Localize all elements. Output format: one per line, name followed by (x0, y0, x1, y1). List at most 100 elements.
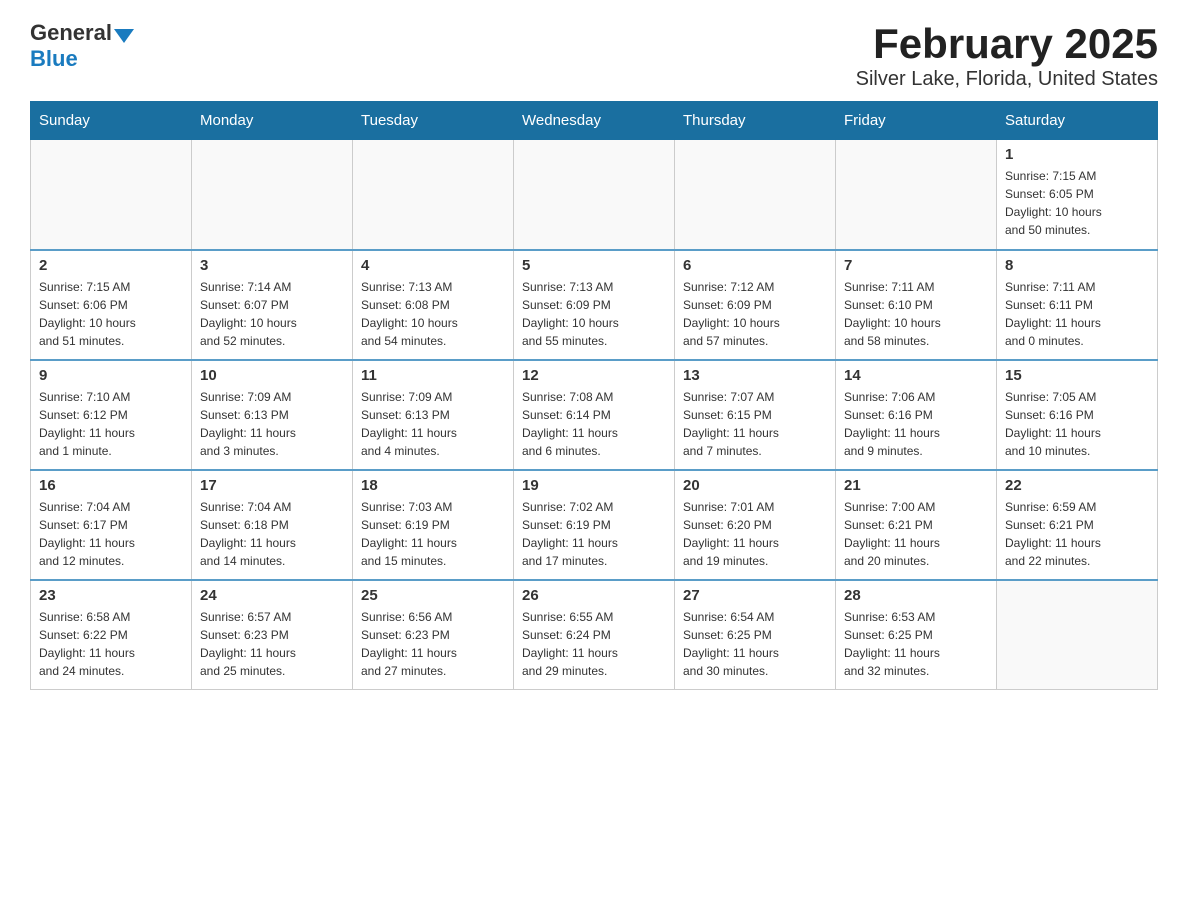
calendar-cell: 13 Sunrise: 7:07 AM Sunset: 6:15 PM Dayli… (675, 360, 836, 470)
calendar-cell: 4 Sunrise: 7:13 AM Sunset: 6:08 PM Daylig… (353, 250, 514, 360)
day-number: 3 (200, 257, 344, 274)
calendar-cell: 26 Sunrise: 6:55 AM Sunset: 6:24 PM Dayli… (514, 580, 675, 690)
day-info: Sunrise: 6:55 AM Sunset: 6:24 PM Dayligh… (522, 608, 666, 680)
weekday-wednesday: Wednesday (514, 102, 675, 140)
day-info: Sunrise: 7:03 AM Sunset: 6:19 PM Dayligh… (361, 498, 505, 570)
logo-arrow-icon (114, 29, 134, 43)
day-number: 7 (844, 257, 988, 274)
weekday-sunday: Sunday (31, 102, 192, 140)
calendar-cell (997, 580, 1158, 690)
calendar-week-3: 9Sunrise: 7:10 AM Sunset: 6:12 PM Daylig… (31, 360, 1158, 470)
day-info: Sunrise: 7:15 AM Sunset: 6:05 PM Dayligh… (1005, 167, 1149, 239)
day-number: 9 (39, 367, 183, 384)
day-info: Sunrise: 7:09 AM Sunset: 6:13 PM Dayligh… (200, 388, 344, 460)
weekday-thursday: Thursday (675, 102, 836, 140)
day-info: Sunrise: 7:02 AM Sunset: 6:19 PM Dayligh… (522, 498, 666, 570)
page-title: February 2025 (856, 20, 1158, 68)
day-info: Sunrise: 7:11 AM Sunset: 6:10 PM Dayligh… (844, 278, 988, 350)
calendar-cell: 9Sunrise: 7:10 AM Sunset: 6:12 PM Daylig… (31, 360, 192, 470)
calendar-cell: 16 Sunrise: 7:04 AM Sunset: 6:17 PM Dayli… (31, 470, 192, 580)
day-number: 20 (683, 477, 827, 494)
calendar-cell: 22Sunrise: 6:59 AM Sunset: 6:21 PM Dayli… (997, 470, 1158, 580)
calendar-cell: 5 Sunrise: 7:13 AM Sunset: 6:09 PM Daylig… (514, 250, 675, 360)
day-number: 2 (39, 257, 183, 274)
day-number: 13 (683, 367, 827, 384)
calendar-table: SundayMondayTuesdayWednesdayThursdayFrid… (30, 101, 1158, 690)
calendar-body: 1 Sunrise: 7:15 AM Sunset: 6:05 PM Daylig… (31, 140, 1158, 690)
day-info: Sunrise: 7:04 AM Sunset: 6:17 PM Dayligh… (39, 498, 183, 570)
day-number: 25 (361, 587, 505, 604)
day-info: Sunrise: 7:08 AM Sunset: 6:14 PM Dayligh… (522, 388, 666, 460)
logo-blue: Blue (30, 46, 78, 72)
day-info: Sunrise: 6:53 AM Sunset: 6:25 PM Dayligh… (844, 608, 988, 680)
calendar-cell: 24Sunrise: 6:57 AM Sunset: 6:23 PM Dayli… (192, 580, 353, 690)
calendar-cell: 27 Sunrise: 6:54 AM Sunset: 6:25 PM Dayli… (675, 580, 836, 690)
day-info: Sunrise: 7:04 AM Sunset: 6:18 PM Dayligh… (200, 498, 344, 570)
calendar-week-5: 23 Sunrise: 6:58 AM Sunset: 6:22 PM Dayli… (31, 580, 1158, 690)
calendar-week-4: 16 Sunrise: 7:04 AM Sunset: 6:17 PM Dayli… (31, 470, 1158, 580)
calendar-cell (836, 140, 997, 250)
day-number: 12 (522, 367, 666, 384)
calendar-cell: 19 Sunrise: 7:02 AM Sunset: 6:19 PM Dayli… (514, 470, 675, 580)
day-number: 11 (361, 367, 505, 384)
day-info: Sunrise: 7:06 AM Sunset: 6:16 PM Dayligh… (844, 388, 988, 460)
day-info: Sunrise: 7:01 AM Sunset: 6:20 PM Dayligh… (683, 498, 827, 570)
day-info: Sunrise: 7:09 AM Sunset: 6:13 PM Dayligh… (361, 388, 505, 460)
day-number: 27 (683, 587, 827, 604)
logo: General Blue (30, 20, 134, 72)
calendar-cell (31, 140, 192, 250)
calendar-cell: 11 Sunrise: 7:09 AM Sunset: 6:13 PM Dayli… (353, 360, 514, 470)
calendar-cell: 17Sunrise: 7:04 AM Sunset: 6:18 PM Dayli… (192, 470, 353, 580)
calendar-cell (192, 140, 353, 250)
day-info: Sunrise: 7:14 AM Sunset: 6:07 PM Dayligh… (200, 278, 344, 350)
calendar-cell: 20 Sunrise: 7:01 AM Sunset: 6:20 PM Dayli… (675, 470, 836, 580)
title-block: February 2025 Silver Lake, Florida, Unit… (856, 20, 1158, 91)
day-info: Sunrise: 7:11 AM Sunset: 6:11 PM Dayligh… (1005, 278, 1149, 350)
day-info: Sunrise: 6:58 AM Sunset: 6:22 PM Dayligh… (39, 608, 183, 680)
calendar-cell: 7 Sunrise: 7:11 AM Sunset: 6:10 PM Daylig… (836, 250, 997, 360)
calendar-cell: 3 Sunrise: 7:14 AM Sunset: 6:07 PM Daylig… (192, 250, 353, 360)
day-info: Sunrise: 7:07 AM Sunset: 6:15 PM Dayligh… (683, 388, 827, 460)
day-info: Sunrise: 6:56 AM Sunset: 6:23 PM Dayligh… (361, 608, 505, 680)
calendar-cell: 10Sunrise: 7:09 AM Sunset: 6:13 PM Dayli… (192, 360, 353, 470)
day-number: 1 (1005, 146, 1149, 163)
page-subtitle: Silver Lake, Florida, United States (856, 68, 1158, 91)
calendar-cell: 18 Sunrise: 7:03 AM Sunset: 6:19 PM Dayli… (353, 470, 514, 580)
day-info: Sunrise: 7:13 AM Sunset: 6:09 PM Dayligh… (522, 278, 666, 350)
day-info: Sunrise: 7:15 AM Sunset: 6:06 PM Dayligh… (39, 278, 183, 350)
calendar-cell: 2 Sunrise: 7:15 AM Sunset: 6:06 PM Daylig… (31, 250, 192, 360)
calendar-cell: 23 Sunrise: 6:58 AM Sunset: 6:22 PM Dayli… (31, 580, 192, 690)
calendar-cell: 8 Sunrise: 7:11 AM Sunset: 6:11 PM Daylig… (997, 250, 1158, 360)
logo-general: General (30, 20, 112, 46)
calendar-cell (675, 140, 836, 250)
day-number: 19 (522, 477, 666, 494)
day-number: 8 (1005, 257, 1149, 274)
day-number: 6 (683, 257, 827, 274)
weekday-header-row: SundayMondayTuesdayWednesdayThursdayFrid… (31, 102, 1158, 140)
day-number: 18 (361, 477, 505, 494)
day-info: Sunrise: 7:05 AM Sunset: 6:16 PM Dayligh… (1005, 388, 1149, 460)
page-header: General Blue February 2025 Silver Lake, … (30, 20, 1158, 91)
day-number: 21 (844, 477, 988, 494)
calendar-cell: 6Sunrise: 7:12 AM Sunset: 6:09 PM Daylig… (675, 250, 836, 360)
day-number: 16 (39, 477, 183, 494)
day-info: Sunrise: 6:59 AM Sunset: 6:21 PM Dayligh… (1005, 498, 1149, 570)
day-info: Sunrise: 6:57 AM Sunset: 6:23 PM Dayligh… (200, 608, 344, 680)
day-number: 5 (522, 257, 666, 274)
day-number: 15 (1005, 367, 1149, 384)
day-info: Sunrise: 6:54 AM Sunset: 6:25 PM Dayligh… (683, 608, 827, 680)
calendar-week-2: 2 Sunrise: 7:15 AM Sunset: 6:06 PM Daylig… (31, 250, 1158, 360)
calendar-cell: 25 Sunrise: 6:56 AM Sunset: 6:23 PM Dayli… (353, 580, 514, 690)
day-number: 26 (522, 587, 666, 604)
weekday-friday: Friday (836, 102, 997, 140)
calendar-cell: 15 Sunrise: 7:05 AM Sunset: 6:16 PM Dayli… (997, 360, 1158, 470)
day-number: 23 (39, 587, 183, 604)
weekday-tuesday: Tuesday (353, 102, 514, 140)
calendar-cell: 12 Sunrise: 7:08 AM Sunset: 6:14 PM Dayli… (514, 360, 675, 470)
calendar-cell: 21 Sunrise: 7:00 AM Sunset: 6:21 PM Dayli… (836, 470, 997, 580)
day-number: 14 (844, 367, 988, 384)
day-info: Sunrise: 7:13 AM Sunset: 6:08 PM Dayligh… (361, 278, 505, 350)
calendar-header: SundayMondayTuesdayWednesdayThursdayFrid… (31, 102, 1158, 140)
day-info: Sunrise: 7:00 AM Sunset: 6:21 PM Dayligh… (844, 498, 988, 570)
day-number: 4 (361, 257, 505, 274)
